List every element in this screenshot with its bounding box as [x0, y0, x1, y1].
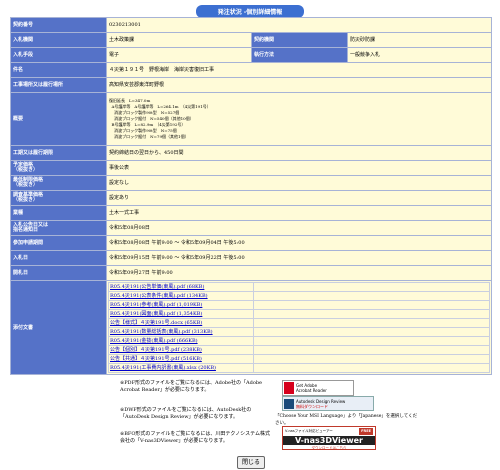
- row-class: 業種 土木一式工事: [10, 205, 493, 221]
- row-price: 予定価格 （税抜き） 事後公表: [10, 160, 493, 176]
- vnas-badge-sub: ダウンロードはこちら: [311, 445, 347, 450]
- adobe-badge-line2: Acrobat Reader: [296, 388, 327, 393]
- note-pdf: ※PDF形式のファイルをご覧になるには、Adobe社の「Adobe Acroba…: [120, 380, 262, 393]
- row-min-price: 最低制限価格 （税抜き） 設定なし: [10, 175, 493, 191]
- attachments-cell: R05.4災191(公告単価(東風).pdf (68KB) R05.4災191(…: [105, 280, 493, 375]
- value-price: 事後公表: [105, 160, 493, 176]
- label-name: 件名: [10, 62, 107, 78]
- label-price: 予定価格 （税抜き）: [10, 160, 107, 176]
- vnas-badge-name: V-nas3DViewer: [283, 435, 375, 445]
- value-name: ４災第１９１号 野根海岸 海岸災害復旧工事: [105, 62, 493, 78]
- label-place: 工事場所又は履行場所: [10, 77, 107, 93]
- attachment-link[interactable]: 公告【個別】４災第191号.pdf (238KB): [110, 347, 202, 353]
- attachment-link[interactable]: R05.4災191(金抜(東風).pdf (666KB): [110, 338, 198, 344]
- value-exec: 一般競争入札: [346, 47, 493, 63]
- value-bid: 令和5年09月15日 午前9:00 ～ 令和5年09月22日 午後5:00: [105, 250, 493, 266]
- row-open: 開札日 令和5年09月27日 午前9:00: [10, 265, 493, 281]
- label-class: 業種: [10, 205, 107, 221]
- attachment-row: 公告【共通】４災第191号.pdf (516KB): [108, 354, 254, 364]
- row-apply: 参加申請期間 令和5年08月08日 午前9:00 ～ 令和5年09月04日 午後…: [10, 235, 493, 251]
- label-bid: 入札日: [10, 250, 107, 266]
- attachment-row: R05.4災191(参考(東風).pdf (1,019KB): [108, 300, 254, 310]
- row-method: 入札手段 電子 執行方法 一般競争入札: [10, 47, 493, 63]
- label-survey-price: 調査基準価格 （税抜き）: [10, 190, 107, 206]
- label-apply: 参加申請期間: [10, 235, 107, 251]
- attachment-row: R05.4災191(公告単価(東風).pdf (68KB): [108, 282, 254, 292]
- label-exec: 執行方法: [251, 47, 348, 63]
- label-period: 工期又は履行期限: [10, 145, 107, 161]
- attachment-row: R05.4災191(金抜(東風).pdf (666KB): [108, 336, 254, 346]
- attachment-list: R05.4災191(公告単価(東風).pdf (68KB) R05.4災191(…: [108, 282, 491, 373]
- close-button[interactable]: 閉じる: [237, 456, 265, 469]
- row-announce: 入札公告日又は 指名通知日 令和5年08月08日: [10, 220, 493, 236]
- vnas-free-tag: FREE: [359, 428, 373, 435]
- value-agency: 土木政策課: [106, 32, 252, 48]
- attachment-row: R05.4災191(公表条件(東風).pdf (134KB): [108, 291, 254, 301]
- label-open: 開札日: [10, 265, 107, 281]
- value-announce: 令和5年08月08日: [105, 220, 493, 236]
- row-survey-price: 調査基準価格 （税抜き） 設定あり: [10, 190, 493, 206]
- attachment-link[interactable]: R05.4災191(数量総括表(東風).pdf (313KB): [110, 329, 213, 335]
- vnas-badge-top: V-nasファイル対応ビューアー: [285, 429, 333, 433]
- row-agency: 入札機関 土木政策課 契約機関 防災砂防課: [10, 32, 493, 48]
- value-min-price: 設定なし: [105, 175, 493, 191]
- attachment-row: R05.4災191(数量総括表(東風).pdf (313KB): [108, 327, 254, 337]
- attachment-link[interactable]: R05.4災191(参考(東風).pdf (1,019KB): [110, 302, 202, 308]
- value-category: 防災砂防課: [346, 32, 493, 48]
- value-overview: 復旧延長 L=347.0m A号護岸等 A号護岸等 L=264.1m （4災第1…: [105, 92, 493, 146]
- note-dwf: ※DWF形式のファイルをご覧になるには、AutoDesk社の「AutoDesk …: [120, 407, 252, 420]
- attachment-row: R05.4災191(工事費内訳書(東風).xlsx (20KB): [108, 363, 254, 373]
- autodesk-icon: [284, 398, 294, 409]
- value-open: 令和5年09月27日 午前9:00: [105, 265, 493, 281]
- attachment-row: R05.4災191(図面(東風).pdf (1,354KB): [108, 309, 254, 319]
- label-category: 契約機関: [251, 32, 348, 48]
- adobe-reader-badge[interactable]: Get Adobe Acrobat Reader: [282, 380, 354, 396]
- note-bfo: ※BFO形式のファイルをご覧になるには、川田テクノシステム株式会社の「V-nas…: [120, 431, 270, 444]
- label-min-price: 最低制限価格 （税抜き）: [10, 175, 107, 191]
- autodesk-badge-line2: 無料ダウンロード: [296, 403, 328, 409]
- value-class: 土木一式工事: [105, 205, 493, 221]
- attachment-link[interactable]: 公告【様式】４災第191号.docx (65KB): [110, 320, 202, 326]
- label-contract-no: 契約番号: [10, 17, 107, 33]
- row-contract-no: 契約番号 0230213001: [10, 17, 493, 33]
- value-method: 電子: [106, 47, 252, 63]
- row-bid: 入札日 令和5年09月15日 午前9:00 ～ 令和5年09月22日 午後5:0…: [10, 250, 493, 266]
- label-overview: 概要: [10, 92, 107, 146]
- label-announce: 入札公告日又は 指名通知日: [10, 220, 107, 236]
- label-method: 入札手段: [10, 47, 107, 63]
- attachment-row: 公告【様式】４災第191号.docx (65KB): [108, 318, 254, 328]
- value-place: 高知県安芸郡東洋町野根: [105, 77, 493, 93]
- value-period: 契約締結日の翌日から、450日間: [105, 145, 493, 161]
- row-period: 工期又は履行期限 契約締結日の翌日から、450日間: [10, 145, 493, 161]
- attachment-link[interactable]: R05.4災191(公告単価(東風).pdf (68KB): [110, 284, 204, 290]
- row-overview: 概要 復旧延長 L=347.0m A号護岸等 A号護岸等 L=264.1m （4…: [10, 92, 493, 146]
- attachment-link[interactable]: 公告【共通】４災第191号.pdf (516KB): [110, 356, 202, 362]
- attachment-row: 公告【個別】４災第191号.pdf (238KB): [108, 345, 254, 355]
- label-agency: 入札機関: [10, 32, 107, 48]
- row-name: 件名 ４災第１９１号 野根海岸 海岸災害復旧工事: [10, 62, 493, 78]
- row-place: 工事場所又は履行場所 高知県安芸郡東洋町野根: [10, 77, 493, 93]
- attachment-link[interactable]: R05.4災191(工事費内訳書(東風).xlsx (20KB): [110, 365, 216, 371]
- acrobat-icon: [284, 382, 294, 394]
- label-attachments: 添付文書: [10, 280, 107, 375]
- value-survey-price: 設定あり: [105, 190, 493, 206]
- attachment-link[interactable]: R05.4災191(図面(東風).pdf (1,354KB): [110, 311, 202, 317]
- detail-table: 契約番号 0230213001 入札機関 土木政策課 契約機関 防災砂防課 入札…: [10, 17, 493, 375]
- row-attachments: 添付文書 R05.4災191(公告単価(東風).pdf (68KB) R05.4…: [10, 280, 493, 375]
- autodesk-badge[interactable]: Autodesk Design Review 無料ダウンロード: [282, 396, 374, 411]
- value-contract-no: 0230213001: [105, 17, 493, 33]
- vnas-badge[interactable]: V-nasファイル対応ビューアー FREE V-nas3DViewer ダウンロ…: [282, 426, 376, 450]
- value-apply: 令和5年08月08日 午前9:00 ～ 令和5年09月04日 午後5:00: [105, 235, 493, 251]
- attachment-link[interactable]: R05.4災191(公表条件(東風).pdf (134KB): [110, 293, 208, 299]
